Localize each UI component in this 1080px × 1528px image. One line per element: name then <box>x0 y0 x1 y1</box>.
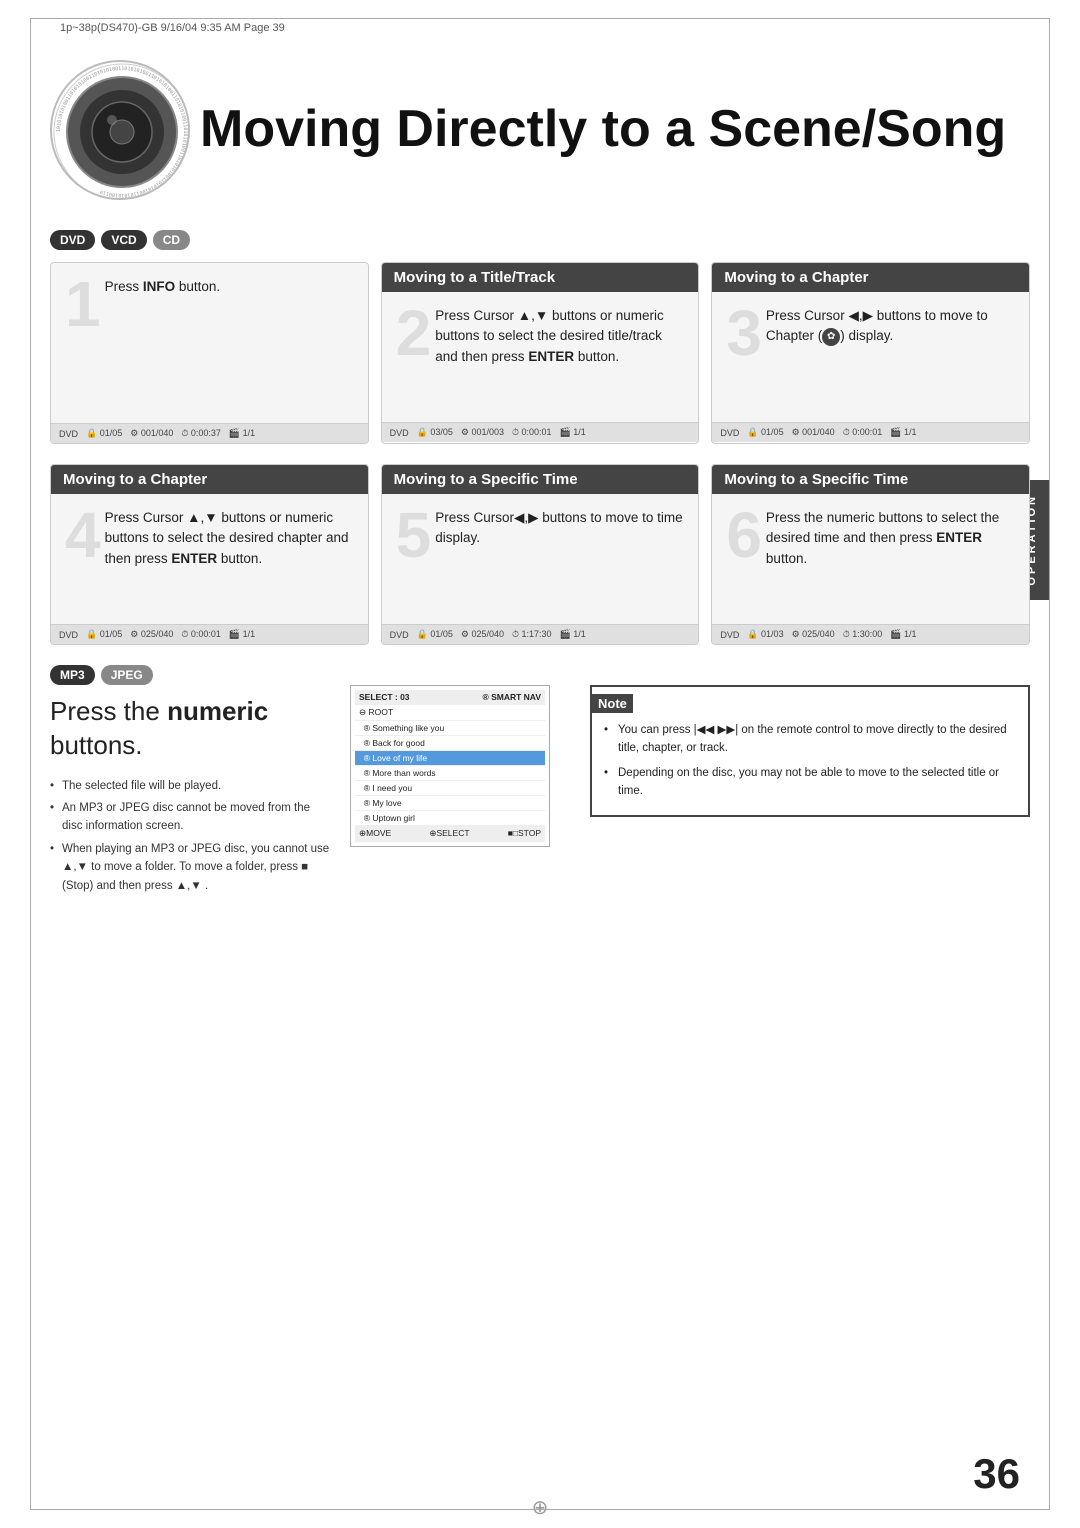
mp3-title: Press the numeric buttons. <box>50 695 330 763</box>
screen-item-6: ® My love <box>355 796 545 811</box>
screen-folder: ⊖ ROOT <box>355 705 545 721</box>
steps-row-1: 1 Press INFO button. DVD🔒 01/05⚙ 001/040… <box>50 262 1030 444</box>
screen-item-2: ® Back for good <box>355 736 545 751</box>
bullet-3: When playing an MP3 or JPEG disc, you ca… <box>50 840 330 895</box>
page-number: 36 <box>973 1450 1020 1498</box>
main-content: 1010101010011010101001101010100110101010… <box>50 50 1030 899</box>
step-5-status: DVD🔒 01/05⚙ 025/040⏱ 1:17:30🎬 1/1 <box>382 624 699 644</box>
bullet-2: An MP3 or JPEG disc cannot be moved from… <box>50 799 330 836</box>
badge-dvd: DVD <box>50 230 95 250</box>
mp3-badges: MP3 JPEG <box>50 665 330 685</box>
header-meta: 1p~38p(DS470)-GB 9/16/04 9:35 AM Page 39 <box>60 22 285 34</box>
step-5-header: Moving to a Specific Time <box>382 465 699 494</box>
note-list: You can press |◀◀ ▶▶| on the remote cont… <box>604 721 1016 801</box>
note-box: Note You can press |◀◀ ▶▶| on the remote… <box>590 685 1030 817</box>
step-1-content: 1 Press INFO button. <box>51 263 368 423</box>
step-2-content: 2 Press Cursor ▲,▼ buttons or numeric bu… <box>382 292 699 422</box>
note-item-2: Depending on the disc, you may not be ab… <box>604 764 1016 801</box>
page-border-left <box>30 18 31 1510</box>
step-4-text: Press Cursor ▲,▼ buttons or numeric butt… <box>65 508 354 569</box>
step-2-text: Press Cursor ▲,▼ buttons or numeric butt… <box>396 306 685 367</box>
mp3-bullet-list: The selected file will be played. An MP3… <box>50 777 330 895</box>
bottom-crosshair: ⊕ <box>532 1495 549 1520</box>
screen-item-3-selected: ® Love of my life <box>355 751 545 766</box>
step-4-box: Moving to a Chapter 4 Press Cursor ▲,▼ b… <box>50 464 369 645</box>
step-4-content: 4 Press Cursor ▲,▼ buttons or numeric bu… <box>51 494 368 624</box>
step-6-text: Press the numeric buttons to select the … <box>726 508 1015 569</box>
screen-item-5: ® I need you <box>355 781 545 796</box>
step-2-header: Moving to a Title/Track <box>382 263 699 292</box>
badge-cd: CD <box>153 230 190 250</box>
step-5-content: 5 Press Cursor◀,▶ buttons to move to tim… <box>382 494 699 624</box>
step-6-header: Moving to a Specific Time <box>712 465 1029 494</box>
mp3-jpeg-area: MP3 JPEG Press the numeric buttons. The … <box>50 665 330 899</box>
note-area: Note You can press |◀◀ ▶▶| on the remote… <box>590 665 1030 899</box>
page-border-right <box>1049 18 1050 1510</box>
step-2-number: 2 <box>396 306 432 360</box>
page-title: Moving Directly to a Scene/Song <box>200 101 1006 158</box>
steps-row-2: Moving to a Chapter 4 Press Cursor ▲,▼ b… <box>50 464 1030 645</box>
step-6-content: 6 Press the numeric buttons to select th… <box>712 494 1029 624</box>
step-5-text: Press Cursor◀,▶ buttons to move to time … <box>396 508 685 549</box>
step-2-status: DVD🔒 03/05⚙ 001/003⏱ 0:00:01🎬 1/1 <box>382 422 699 442</box>
step-3-status: DVD🔒 01/05⚙ 001/040⏱ 0:00:01🎬 1/1 <box>712 422 1029 442</box>
screen-item-7: ® Uptown girl <box>355 811 545 826</box>
screen-item-4: ® More than words <box>355 766 545 781</box>
step-4-number: 4 <box>65 508 101 562</box>
bullet-1: The selected file will be played. <box>50 777 330 795</box>
step-3-header: Moving to a Chapter <box>712 263 1029 292</box>
step-3-text: Press Cursor ◀,▶ buttons to move to Chap… <box>726 306 1015 347</box>
page-border-top <box>30 18 1050 19</box>
screen-mockup-area: SELECT : 03® SMART NAV ⊖ ROOT ® Somethin… <box>350 665 570 899</box>
step-4-status: DVD🔒 01/05⚙ 025/040⏱ 0:00:01🎬 1/1 <box>51 624 368 644</box>
step-1-number: 1 <box>65 277 101 331</box>
note-title: Note <box>592 694 633 713</box>
screen-item-1: ® Something like you <box>355 721 545 736</box>
step-3-box: Moving to a Chapter 3 Press Cursor ◀,▶ b… <box>711 262 1030 444</box>
step-4-header: Moving to a Chapter <box>51 465 368 494</box>
badge-mp3: MP3 <box>50 665 95 685</box>
title-section: 1010101010011010101001101010100110101010… <box>50 60 1030 200</box>
badge-vcd: VCD <box>101 230 146 250</box>
screen-footer: ⊕MOVE⊕SELECT■□STOP <box>355 826 545 842</box>
badge-jpeg: JPEG <box>101 665 153 685</box>
step-6-status: DVD🔒 01/03⚙ 025/040⏱ 1:30:00🎬 1/1 <box>712 624 1029 644</box>
screen-mockup: SELECT : 03® SMART NAV ⊖ ROOT ® Somethin… <box>350 685 550 847</box>
step-1-text: Press INFO button. <box>65 277 354 297</box>
screen-header: SELECT : 03® SMART NAV <box>355 690 545 705</box>
disc-badges-top: DVD VCD CD <box>50 230 1030 250</box>
step-6-number: 6 <box>726 508 762 562</box>
step-6-box: Moving to a Specific Time 6 Press the nu… <box>711 464 1030 645</box>
note-item-1: You can press |◀◀ ▶▶| on the remote cont… <box>604 721 1016 758</box>
step-1-status: DVD🔒 01/05⚙ 001/040⏱ 0:00:37🎬 1/1 <box>51 423 368 443</box>
step-3-number: 3 <box>726 306 762 360</box>
step-2-box: Moving to a Title/Track 2 Press Cursor ▲… <box>381 262 700 444</box>
bottom-section: MP3 JPEG Press the numeric buttons. The … <box>50 665 1030 899</box>
logo-ring: 1010101010011010101001101010100110101010… <box>52 62 190 200</box>
step-5-box: Moving to a Specific Time 5 Press Cursor… <box>381 464 700 645</box>
step-3-content: 3 Press Cursor ◀,▶ buttons to move to Ch… <box>712 292 1029 422</box>
step-5-number: 5 <box>396 508 432 562</box>
chapter-icon: ✿ <box>822 328 840 346</box>
step-1-box: 1 Press INFO button. DVD🔒 01/05⚙ 001/040… <box>50 262 369 444</box>
